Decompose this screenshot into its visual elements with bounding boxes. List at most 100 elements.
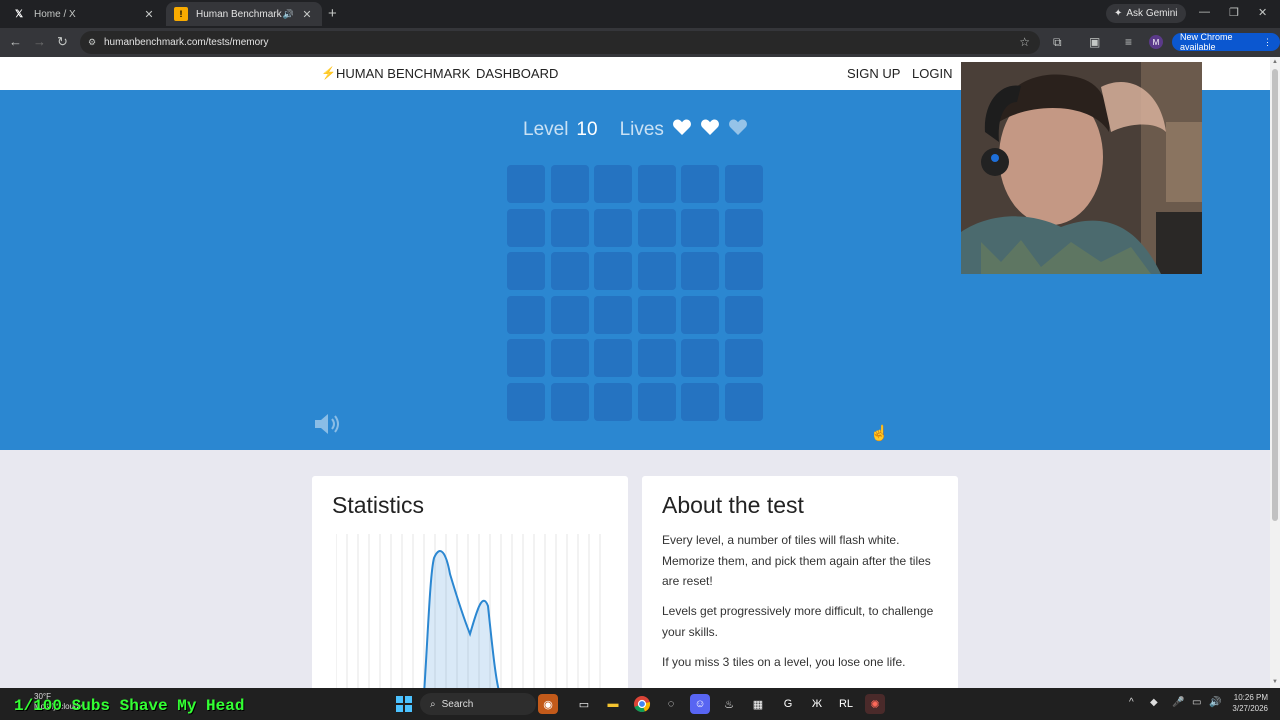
memory-tile[interactable] <box>550 339 589 377</box>
memory-tile[interactable] <box>637 295 676 334</box>
app-x-icon[interactable]: Ж <box>807 694 827 714</box>
search-icon: ⌕ <box>430 698 436 710</box>
system-clock[interactable]: 10:26 PM 3/27/2026 <box>1226 692 1268 714</box>
reload-icon[interactable]: ↻ <box>57 34 68 50</box>
about-title: About the test <box>662 492 804 518</box>
nav-login-link[interactable]: LOGIN <box>912 66 952 81</box>
tray-app-icon[interactable]: ◆ <box>1150 697 1158 708</box>
about-paragraph-2: Levels get progressively more difficult,… <box>662 604 934 639</box>
memory-tile[interactable] <box>550 208 589 247</box>
reading-list-icon[interactable]: ≡ <box>1125 35 1132 49</box>
memory-tile[interactable] <box>681 295 719 334</box>
network-icon[interactable]: ▭ <box>1192 697 1201 708</box>
tab-title: Home / X <box>34 8 76 20</box>
memory-tile[interactable] <box>550 295 589 334</box>
heart-full-icon <box>700 119 719 135</box>
scroll-down-icon[interactable]: ▼ <box>1272 679 1278 685</box>
memory-tile[interactable] <box>637 165 676 203</box>
speaker-icon[interactable]: 🔊 <box>283 9 294 20</box>
minimize-icon[interactable]: — <box>1199 6 1210 18</box>
heart-full-icon <box>672 119 691 135</box>
memory-tile[interactable] <box>550 382 589 421</box>
tab-human-benchmark[interactable]: ! Human Benchmark - Visual 🔊 ✕ <box>166 2 322 26</box>
memory-tile[interactable] <box>594 208 632 247</box>
address-bar[interactable]: ⚙ humanbenchmark.com/tests/memory ☆ <box>80 31 1040 54</box>
app-g-icon[interactable]: G <box>778 694 798 714</box>
memory-tile[interactable] <box>507 165 545 203</box>
close-tab-icon[interactable]: ✕ <box>142 8 156 21</box>
memory-tile[interactable] <box>637 339 676 377</box>
file-explorer-icon[interactable]: ▬ <box>603 694 623 714</box>
nav-home-link[interactable]: HUMAN BENCHMARK <box>336 66 470 81</box>
cast-icon[interactable]: ▣ <box>1089 35 1100 49</box>
memory-tile[interactable] <box>594 339 632 377</box>
memory-tile[interactable] <box>594 165 632 203</box>
memory-tile[interactable] <box>550 165 589 203</box>
microphone-icon[interactable]: 🎤 <box>1172 697 1184 708</box>
about-paragraph-3: If you miss 3 tiles on a level, you lose… <box>662 655 906 669</box>
close-window-icon[interactable]: ✕ <box>1258 6 1267 19</box>
memory-tile[interactable] <box>637 382 676 421</box>
tab-home-x[interactable]: 𝕏 Home / X ✕ <box>4 2 164 26</box>
memory-tile[interactable] <box>507 252 545 290</box>
windows-start-icon[interactable] <box>396 696 412 712</box>
memory-tile[interactable] <box>637 252 676 290</box>
memory-tile[interactable] <box>681 165 719 203</box>
restore-icon[interactable]: ❐ <box>1229 6 1239 19</box>
site-info-icon[interactable]: ⚙ <box>88 37 96 48</box>
close-tab-icon[interactable]: ✕ <box>300 8 314 21</box>
sound-toggle-icon[interactable] <box>313 412 343 436</box>
back-icon[interactable]: ← <box>9 34 22 49</box>
statistics-title: Statistics <box>332 492 425 518</box>
memory-tile[interactable] <box>507 382 545 421</box>
page-scrollbar[interactable]: ▲ ▼ <box>1270 57 1280 688</box>
taskbar-search[interactable]: ⌕ Search <box>420 693 536 715</box>
memory-tile[interactable] <box>724 165 763 203</box>
memory-tile[interactable] <box>507 295 545 334</box>
scroll-up-icon[interactable]: ▲ <box>1272 59 1278 65</box>
lives-label: Lives <box>619 119 664 140</box>
memory-tile[interactable] <box>724 208 763 247</box>
extensions-icon[interactable]: ⧉ <box>1053 35 1062 50</box>
app-burst-icon[interactable]: ✺ <box>865 694 885 714</box>
steam-icon[interactable]: ♨ <box>719 694 739 714</box>
about-card: About the test Every level, a number of … <box>642 476 958 688</box>
level-value: 10 <box>576 119 598 140</box>
app-rl-icon[interactable]: RL <box>836 694 856 714</box>
volume-icon[interactable]: 🔊 <box>1209 697 1221 708</box>
memory-tile[interactable] <box>681 252 719 290</box>
more-menu-icon[interactable]: ⋮ <box>1263 37 1272 48</box>
discord-icon[interactable]: ☺ <box>690 694 710 714</box>
memory-tile[interactable] <box>507 208 545 247</box>
hand-cursor-icon: ☝ <box>870 425 889 442</box>
nav-dashboard-link[interactable]: DASHBOARD <box>476 66 558 81</box>
calculator-icon[interactable]: ▦ <box>748 694 768 714</box>
memory-tile[interactable] <box>681 382 719 421</box>
memory-tile[interactable] <box>637 208 676 247</box>
scrollbar-thumb[interactable] <box>1272 69 1278 521</box>
task-view-icon[interactable]: ▭ <box>574 694 594 714</box>
game-app-icon[interactable]: ◉ <box>538 694 558 714</box>
memory-tile[interactable] <box>594 295 632 334</box>
ask-gemini-button[interactable]: ✦ Ask Gemini <box>1106 4 1186 23</box>
benchmark-favicon-icon: ! <box>174 7 188 21</box>
new-chrome-available-button[interactable]: New Chrome available ⋮ <box>1172 32 1280 52</box>
memory-tile[interactable] <box>594 252 632 290</box>
new-tab-icon[interactable]: + <box>328 5 337 22</box>
forward-icon[interactable]: → <box>33 34 46 49</box>
chrome-icon[interactable] <box>632 694 652 714</box>
memory-tile[interactable] <box>507 339 545 377</box>
nav-signup-link[interactable]: SIGN UP <box>847 66 900 81</box>
bookmark-star-icon[interactable]: ☆ <box>1019 35 1030 49</box>
memory-tile[interactable] <box>724 295 763 334</box>
memory-tile[interactable] <box>724 339 763 377</box>
memory-tile[interactable] <box>681 339 719 377</box>
memory-tile[interactable] <box>550 252 589 290</box>
memory-tile[interactable] <box>681 208 719 247</box>
tray-chevron-icon[interactable]: ^ <box>1129 697 1134 708</box>
memory-tile[interactable] <box>724 382 763 421</box>
obs-icon[interactable]: ◌ <box>661 694 681 714</box>
memory-tile[interactable] <box>724 252 763 290</box>
profile-avatar[interactable]: M <box>1149 35 1163 49</box>
memory-tile[interactable] <box>594 382 632 421</box>
